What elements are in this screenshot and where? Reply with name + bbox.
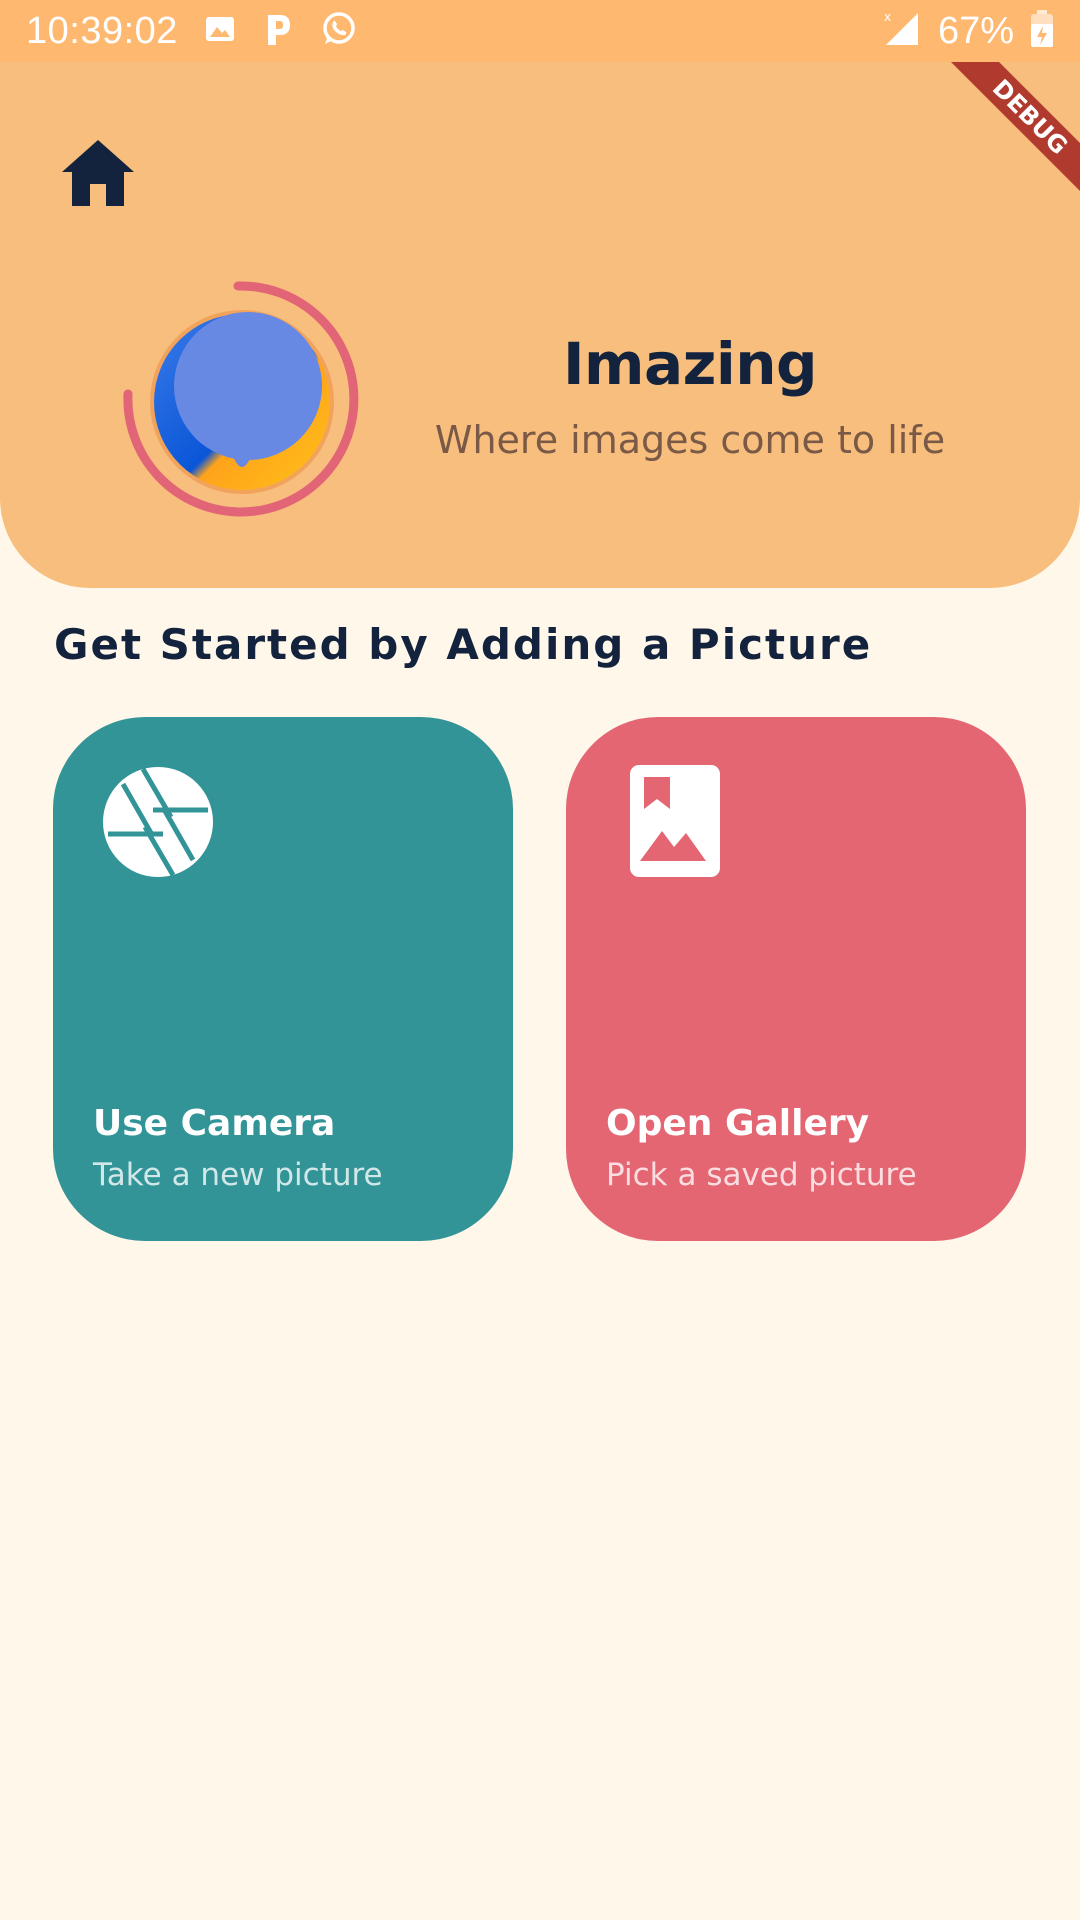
battery-percent: 67% (937, 9, 1014, 52)
open-gallery-card[interactable]: Open Gallery Pick a saved picture (566, 717, 1026, 1241)
parking-app-icon (262, 11, 294, 52)
notification-icons (204, 10, 358, 53)
app-title: Imazing (562, 330, 818, 398)
use-camera-subtitle: Take a new picture (93, 1157, 383, 1193)
status-bar: 10:39:02 x 67% (0, 0, 1080, 62)
whatsapp-icon (320, 10, 358, 53)
image-icon (204, 13, 236, 50)
app-logo-icon (118, 278, 368, 528)
photo-album-icon (614, 765, 728, 879)
battery-charging-icon (1030, 9, 1054, 53)
section-title: Get Started by Adding a Picture (54, 620, 873, 669)
debug-banner: DEBUG (940, 62, 1080, 207)
status-right: x 67% (882, 9, 1054, 54)
open-gallery-subtitle: Pick a saved picture (606, 1157, 917, 1193)
status-time: 10:39:02 (26, 9, 178, 52)
signal-icon: x (882, 9, 922, 54)
camera-aperture-icon (101, 765, 215, 879)
use-camera-card[interactable]: Use Camera Take a new picture (53, 717, 513, 1241)
open-gallery-title: Open Gallery (606, 1103, 870, 1144)
home-icon[interactable] (58, 134, 138, 214)
use-camera-title: Use Camera (93, 1103, 336, 1144)
app-subtitle: Where images come to life (434, 418, 946, 462)
app-header: DEBUG Imazing Where images come to life (0, 62, 1080, 588)
svg-text:x: x (884, 10, 891, 24)
